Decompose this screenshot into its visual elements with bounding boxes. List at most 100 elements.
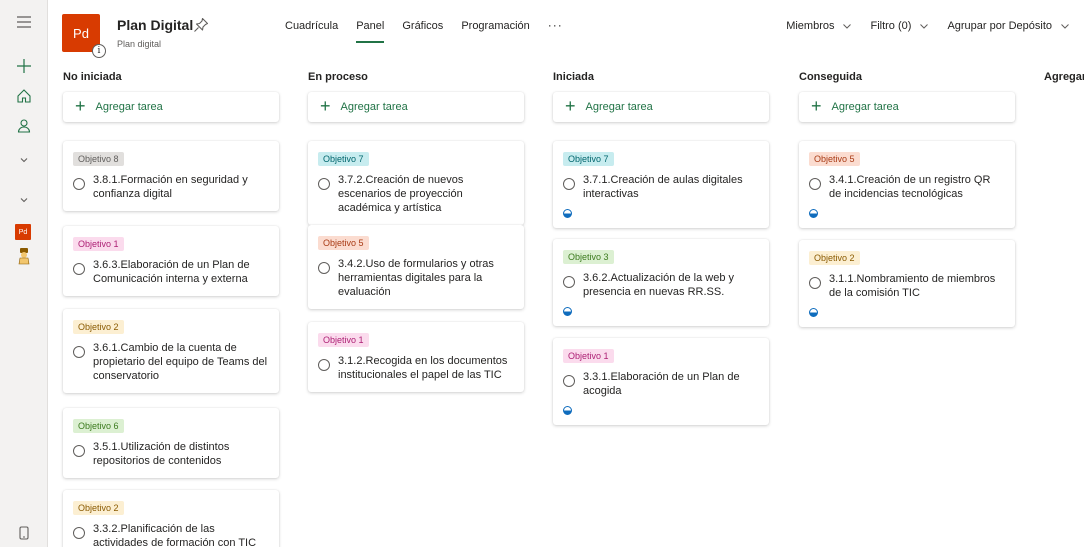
plan-avatar-icon[interactable] xyxy=(0,242,48,270)
complete-task-checkbox[interactable] xyxy=(809,277,821,289)
task-title: 3.3.2.Planificación de las actividades d… xyxy=(93,523,257,547)
task-card[interactable]: Objetivo 2 3.3.2.Planificación de las act… xyxy=(63,490,279,547)
chevron-down-icon[interactable] xyxy=(0,146,48,174)
new-plan-icon[interactable] xyxy=(0,52,48,80)
task-card[interactable]: Objetivo 3 3.6.2.Actualización de la web … xyxy=(553,239,769,326)
task-label-badge: Objetivo 1 xyxy=(73,237,124,251)
in-progress-icon xyxy=(809,209,818,218)
pin-icon[interactable] xyxy=(193,17,209,33)
task-title: 3.6.3.Elaboración de un Plan de Comunica… xyxy=(93,259,250,285)
task-title: 3.7.2.Creación de nuevos escenarios de p… xyxy=(338,174,464,214)
task-label-badge: Objetivo 6 xyxy=(73,419,124,433)
person-icon[interactable] xyxy=(0,112,48,140)
complete-task-checkbox[interactable] xyxy=(318,262,330,274)
task-card[interactable]: Objetivo 5 3.4.1.Creación de un registro … xyxy=(799,141,1015,228)
plan-shortcut-tile[interactable]: Pd xyxy=(15,224,31,240)
task-title: 3.5.1.Utilización de distintos repositor… xyxy=(93,441,230,467)
task-label-badge: Objetivo 5 xyxy=(809,152,860,166)
complete-task-checkbox[interactable] xyxy=(318,178,330,190)
task-row: 3.8.1.Formación en seguridad y confianza… xyxy=(73,173,269,201)
task-card[interactable]: Objetivo 6 3.5.1.Utilización de distintos… xyxy=(63,408,279,478)
complete-task-checkbox[interactable] xyxy=(73,263,85,275)
plus-icon: + xyxy=(811,96,822,116)
task-label-badge: Objetivo 7 xyxy=(318,152,369,166)
task-row: 3.1.2.Recogida en los documentos institu… xyxy=(318,354,514,382)
in-progress-icon xyxy=(563,406,572,415)
task-row: 3.7.2.Creación de nuevos escenarios de p… xyxy=(318,173,514,215)
left-rail: Pd xyxy=(0,0,48,547)
mobile-app-icon[interactable] xyxy=(0,519,48,547)
bucket-column: Iniciada + Agregar tarea Objetivo 7 3.7.1.Cr… xyxy=(553,71,769,425)
plus-icon: + xyxy=(75,96,86,116)
chevron-down-icon xyxy=(919,21,929,31)
bucket-title[interactable]: Iniciada xyxy=(553,71,769,87)
complete-task-checkbox[interactable] xyxy=(563,178,575,190)
complete-task-checkbox[interactable] xyxy=(809,178,821,190)
complete-task-checkbox[interactable] xyxy=(73,527,85,539)
task-label-badge: Objetivo 2 xyxy=(809,251,860,265)
chevron-down-icon xyxy=(842,21,852,31)
task-title: 3.8.1.Formación en seguridad y confianza… xyxy=(93,174,248,200)
complete-task-checkbox[interactable] xyxy=(73,346,85,358)
more-tabs-button[interactable]: ··· xyxy=(548,18,563,36)
plan-subtitle: Plan digital xyxy=(117,39,162,49)
task-row: 3.3.1.Elaboración de un Plan de acogida xyxy=(563,370,759,398)
complete-task-checkbox[interactable] xyxy=(563,276,575,288)
group-by-label: Agrupar por Depósito xyxy=(947,20,1052,32)
task-card[interactable]: Objetivo 2 3.6.1.Cambio de la cuenta de p… xyxy=(63,309,279,393)
task-row: 3.6.2.Actualización de la web y presenci… xyxy=(563,271,759,299)
tab-programacion[interactable]: Programación xyxy=(461,20,529,38)
chevron-down-icon xyxy=(1060,21,1070,31)
add-task-label: Agregar tarea xyxy=(95,101,163,113)
add-task-button[interactable]: + Agregar tarea xyxy=(799,92,1015,122)
bucket-column: Conseguida + Agregar tarea Objetivo 5 3.4.1.… xyxy=(799,71,1015,327)
task-title: 3.1.1.Nombramiento de miembros de la com… xyxy=(829,273,996,299)
tab-panel[interactable]: Panel xyxy=(356,20,385,43)
tab-cuadricula[interactable]: Cuadrícula xyxy=(285,20,338,38)
add-task-label: Agregar tarea xyxy=(340,101,408,113)
task-card[interactable]: Objetivo 5 3.4.2.Uso de formularios y otr… xyxy=(308,225,524,309)
complete-task-checkbox[interactable] xyxy=(563,375,575,387)
complete-task-checkbox[interactable] xyxy=(73,178,85,190)
task-title: 3.6.1.Cambio de la cuenta de propietario… xyxy=(93,342,268,382)
chevron-down-icon[interactable] xyxy=(0,186,48,214)
task-label-badge: Objetivo 1 xyxy=(563,349,614,363)
filter-button[interactable]: Filtro (0) xyxy=(870,20,929,32)
task-row: 3.6.1.Cambio de la cuenta de propietario… xyxy=(73,341,269,383)
task-label-badge: Objetivo 8 xyxy=(73,152,124,166)
task-card[interactable]: Objetivo 7 3.7.2.Creación de nuevos escen… xyxy=(308,141,524,225)
task-card[interactable]: Objetivo 8 3.8.1.Formación en seguridad y… xyxy=(63,141,279,211)
home-icon[interactable] xyxy=(0,82,48,110)
add-task-button[interactable]: + Agregar tarea xyxy=(553,92,769,122)
bucket-title[interactable]: Conseguida xyxy=(799,71,1015,87)
bucket-title[interactable]: No iniciada xyxy=(63,71,279,87)
view-tabs: Cuadrícula Panel Gráficos Programación ·… xyxy=(285,18,563,43)
task-card[interactable]: Objetivo 1 3.3.1.Elaboración de un Plan d… xyxy=(553,338,769,425)
task-title: 3.6.2.Actualización de la web y presenci… xyxy=(583,272,735,298)
task-row: 3.5.1.Utilización de distintos repositor… xyxy=(73,440,269,468)
add-task-button[interactable]: + Agregar tarea xyxy=(308,92,524,122)
complete-task-checkbox[interactable] xyxy=(318,359,330,371)
task-label-badge: Objetivo 7 xyxy=(563,152,614,166)
bucket-title[interactable]: En proceso xyxy=(308,71,524,87)
add-bucket-button[interactable]: Agregar xyxy=(1044,71,1084,83)
members-button[interactable]: Miembros xyxy=(786,20,852,32)
task-row: 3.4.2.Uso de formularios y otras herrami… xyxy=(318,257,514,299)
info-icon[interactable]: i xyxy=(92,44,106,58)
task-card[interactable]: Objetivo 2 3.1.1.Nombramiento de miembros… xyxy=(799,240,1015,327)
group-by-button[interactable]: Agrupar por Depósito xyxy=(947,20,1070,32)
plan-title: Plan Digital xyxy=(117,17,194,33)
tab-graficos[interactable]: Gráficos xyxy=(402,20,443,38)
task-card[interactable]: Objetivo 1 3.6.3.Elaboración de un Plan d… xyxy=(63,226,279,296)
task-label-badge: Objetivo 3 xyxy=(563,250,614,264)
add-task-button[interactable]: + Agregar tarea xyxy=(63,92,279,122)
task-title: 3.4.1.Creación de un registro QR de inci… xyxy=(829,174,991,200)
task-card[interactable]: Objetivo 1 3.1.2.Recogida en los document… xyxy=(308,322,524,392)
plus-icon: + xyxy=(320,96,331,116)
task-label-badge: Objetivo 2 xyxy=(73,320,124,334)
bucket-column: En proceso + Agregar tarea Objetivo 7 3.7.2.… xyxy=(308,71,524,392)
task-card[interactable]: Objetivo 7 3.7.1.Creación de aulas digita… xyxy=(553,141,769,228)
hamburger-menu-icon[interactable] xyxy=(0,8,48,36)
complete-task-checkbox[interactable] xyxy=(73,445,85,457)
add-task-label: Agregar tarea xyxy=(831,101,899,113)
